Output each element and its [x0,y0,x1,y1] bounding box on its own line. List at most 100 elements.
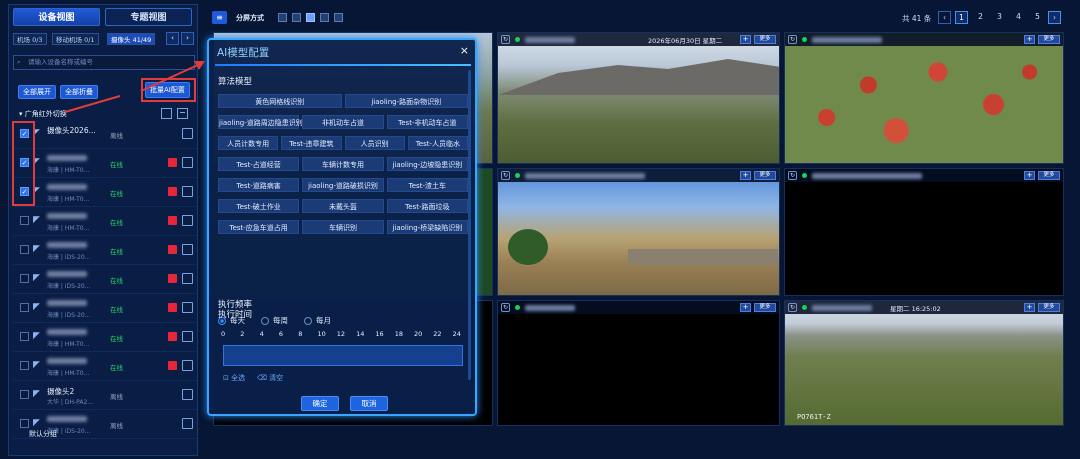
algorithm-option[interactable]: jiaoling-边坡隐患识别 [386,157,468,171]
video-tile-2[interactable]: ↻ 2026年06月30日 星期二 + 更多 [497,32,780,164]
record-icon[interactable] [168,245,177,254]
algorithm-option[interactable]: jiaoling-桥梁缺陷识别 [386,220,468,234]
split-16-icon[interactable] [320,13,329,22]
refresh-icon[interactable]: ↻ [501,35,510,44]
more-button[interactable]: 更多 [754,303,776,312]
page-2[interactable]: 2 [974,11,987,24]
record-icon[interactable] [168,274,177,283]
add-icon[interactable]: + [740,171,751,180]
row-checkbox[interactable] [20,390,29,399]
filter-airport[interactable]: 机场 0/3 [13,33,47,45]
expand-all-button[interactable]: 全部展开 [18,85,56,99]
group-collapse-icon[interactable]: − [177,108,188,119]
video-tile-9[interactable]: ↻ 星期二 16:25:02 + 更多 PO761T-Z [784,300,1064,426]
refresh-icon[interactable]: ↻ [501,171,510,180]
play-icon[interactable] [182,331,193,342]
page-5[interactable]: 5 [1031,11,1044,24]
record-icon[interactable] [168,187,177,196]
group-header[interactable]: ▾ 广角红外切换 [19,109,67,119]
play-icon[interactable] [182,389,193,400]
filter-mobile-airport[interactable]: 移动机场 0/1 [52,33,99,45]
algorithm-option[interactable]: Test-应急车道占用 [218,220,300,234]
device-row[interactable]: ◤ 海康 | iDS-20... 在线 [13,237,197,265]
video-tile-6[interactable]: ↻ + 更多 [784,168,1064,296]
algorithm-option[interactable]: Test-违章建筑 [281,136,342,150]
more-button[interactable]: 更多 [1038,303,1060,312]
algorithm-option[interactable]: 黄色网格线识别 [218,94,342,108]
more-button[interactable]: 更多 [754,35,776,44]
tab-device-view[interactable]: 设备视图 [13,8,100,26]
page-1[interactable]: 1 [955,11,968,24]
algorithm-option[interactable]: jiaoling-路面杂物识别 [344,94,468,108]
device-row[interactable]: ◤ 摄像头2 大华 | DH-PA2... 离线 [13,382,197,410]
more-button[interactable]: 更多 [1038,171,1060,180]
algorithm-option[interactable]: Test-道路病害 [218,178,300,192]
algorithm-option[interactable]: Test-渣土车 [386,178,468,192]
filter-camera[interactable]: 摄像头 41/49 [107,33,156,45]
prev-arrow-icon[interactable]: ‹ [166,32,179,45]
page-3[interactable]: 3 [993,11,1006,24]
row-checkbox[interactable] [20,361,29,370]
time-range-bar[interactable] [223,345,463,366]
split-custom-icon[interactable] [334,13,343,22]
split-4-icon[interactable] [292,13,301,22]
play-icon[interactable] [182,244,193,255]
refresh-icon[interactable]: ↻ [501,303,510,312]
close-icon[interactable]: × [460,44,469,57]
algorithm-option[interactable]: Test-占道经营 [218,157,300,171]
add-icon[interactable]: + [1024,35,1035,44]
algorithm-option[interactable]: jiaoling-道路破损识别 [302,178,384,192]
page-prev-button[interactable]: ‹ [938,11,951,24]
device-row[interactable]: ✓ ◤ 海康 | HM-T0... 在线 [13,150,197,178]
add-icon[interactable]: + [740,35,751,44]
record-icon[interactable] [168,216,177,225]
row-checkbox[interactable] [20,274,29,283]
group-edit-icon[interactable] [161,108,172,119]
collapse-all-button[interactable]: 全部折叠 [60,85,98,99]
select-all-link[interactable]: ⊡ 全选 [223,373,245,383]
refresh-icon[interactable]: ↻ [788,303,797,312]
clear-link[interactable]: ⌫ 清空 [257,373,283,383]
device-row[interactable]: ◤ 海康 | iDS-20... 在线 [13,295,197,323]
tab-topic-view[interactable]: 专题视图 [105,8,192,26]
record-icon[interactable] [168,332,177,341]
add-icon[interactable]: + [1024,171,1035,180]
add-icon[interactable]: + [740,303,751,312]
play-icon[interactable] [182,360,193,371]
algorithm-option[interactable]: 车辆计数专用 [302,157,384,171]
split-1-icon[interactable] [278,13,287,22]
device-row[interactable]: ✓ ◤ 海康 | HM-T0... 在线 [13,179,197,207]
page-next-button[interactable]: › [1048,11,1061,24]
more-button[interactable]: 更多 [754,171,776,180]
algorithm-option[interactable]: 车辆识别 [302,220,384,234]
menu-icon[interactable]: ≡ [212,11,227,24]
device-row[interactable]: ◤ 海康 | HM-T0... 在线 [13,208,197,236]
cancel-button[interactable]: 取消 [350,396,388,411]
scrollbar[interactable] [468,70,471,380]
play-icon[interactable] [182,128,193,139]
device-row[interactable]: ◤ 海康 | HM-T0... 在线 [13,324,197,352]
play-icon[interactable] [182,215,193,226]
algorithm-option[interactable]: Test-破土作业 [218,199,300,213]
algorithm-option[interactable]: 人员识别 [344,136,405,150]
row-checkbox[interactable] [20,245,29,254]
footer-group[interactable]: 默认分组 [29,429,57,439]
refresh-icon[interactable]: ↻ [788,35,797,44]
record-icon[interactable] [168,303,177,312]
device-row[interactable]: ◤ 海康 | HM-T0... 在线 [13,353,197,381]
algorithm-option[interactable]: 人员计数专用 [218,136,279,150]
row-checkbox[interactable] [20,216,29,225]
play-icon[interactable] [182,302,193,313]
refresh-icon[interactable]: ↻ [788,171,797,180]
algorithm-option[interactable]: 非机动车占道 [302,115,384,129]
page-4[interactable]: 4 [1012,11,1025,24]
play-icon[interactable] [182,157,193,168]
video-tile-3[interactable]: ↻ + 更多 [784,32,1064,164]
row-checkbox[interactable] [20,303,29,312]
algorithm-option[interactable]: Test-路面垃圾 [386,199,468,213]
more-button[interactable]: 更多 [1038,35,1060,44]
device-row[interactable]: ◤ 海康 | iDS-20... 在线 [13,266,197,294]
video-tile-8[interactable]: ↻ + 更多 [497,300,780,426]
freq-weekly[interactable]: 每周 [261,315,288,326]
record-icon[interactable] [168,158,177,167]
